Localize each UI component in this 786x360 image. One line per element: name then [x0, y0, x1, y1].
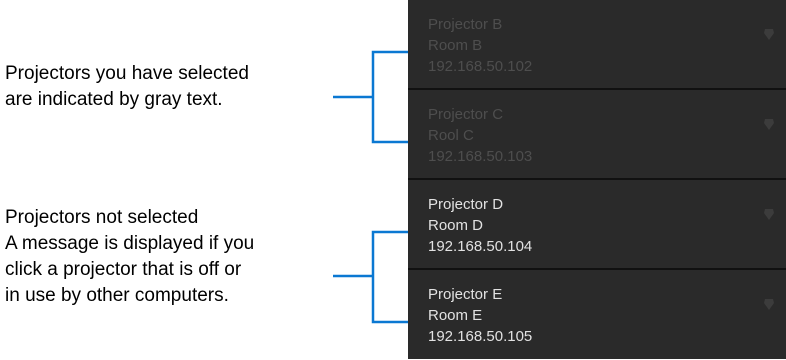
projector-name: Projector C	[428, 106, 504, 123]
callout-bracket-line	[371, 230, 408, 324]
status-shield-icon	[764, 299, 774, 310]
projector-item-b[interactable]: Projector B Room B 192.168.50.102	[408, 0, 786, 90]
projector-ip: 192.168.50.104	[428, 238, 533, 255]
projector-room: Room D	[428, 217, 484, 234]
status-shield-icon	[764, 29, 774, 40]
projector-item-e[interactable]: Projector E Room E 192.168.50.105	[408, 270, 786, 360]
projector-ip: 192.168.50.102	[428, 58, 533, 75]
projector-room: Room E	[428, 307, 483, 324]
projector-room: Rool C	[428, 127, 474, 144]
projector-item-d[interactable]: Projector D Room D 192.168.50.104	[408, 180, 786, 270]
projector-room: Room B	[428, 37, 483, 54]
unselected-callout-bracket	[333, 230, 408, 324]
projector-ip: 192.168.50.105	[428, 328, 533, 345]
selected-callout-bracket	[333, 50, 408, 144]
projector-name: Projector D	[428, 196, 504, 213]
callout-bracket-line	[371, 50, 408, 144]
projector-list-panel: Projector B Room B 192.168.50.102 Projec…	[408, 0, 786, 359]
projector-ip: 192.168.50.103	[428, 148, 533, 165]
projector-name: Projector E	[428, 286, 503, 303]
projector-item-c[interactable]: Projector C Rool C 192.168.50.103	[408, 90, 786, 180]
status-shield-icon	[764, 119, 774, 130]
status-shield-icon	[764, 209, 774, 220]
projector-name: Projector B	[428, 16, 503, 33]
